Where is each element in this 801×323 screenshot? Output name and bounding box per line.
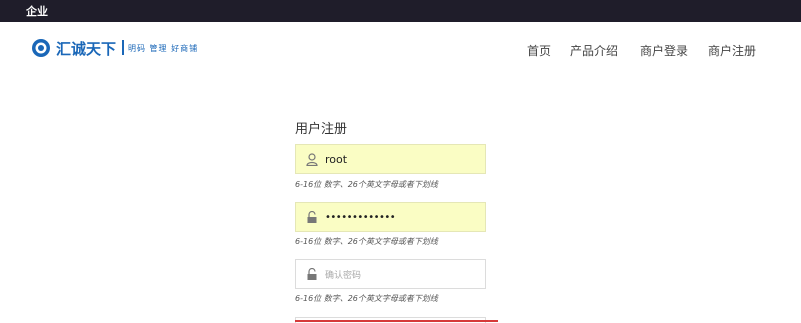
- lock-icon: [305, 210, 319, 224]
- nav-item-merchant-login[interactable]: 商户登录: [640, 42, 688, 59]
- username-hint: 6-16位 数字、26个英文字母或者下划线: [295, 180, 438, 189]
- password-hint: 6-16位 数字、26个英文字母或者下划线: [295, 237, 438, 246]
- top-bar: 企业: [0, 0, 801, 22]
- username-field[interactable]: root: [295, 144, 486, 174]
- user-icon: [305, 152, 319, 166]
- confirm-password-hint: 6-16位 数字、26个英文字母或者下划线: [295, 294, 438, 303]
- confirm-password-placeholder: 确认密码: [325, 270, 362, 281]
- error-underline: [295, 320, 498, 322]
- site-header: 汇诚天下 明码 管理 好商铺 首页 产品介绍 商户登录 商户注册: [0, 22, 801, 74]
- nav-item-merchant-register[interactable]: 商户注册: [708, 42, 756, 59]
- confirm-password-field[interactable]: 确认密码: [295, 259, 486, 289]
- logo-name: 汇诚天下: [56, 40, 117, 58]
- logo-ring-icon: [32, 39, 50, 57]
- nav-item-home[interactable]: 首页: [527, 42, 551, 59]
- logo-divider: [122, 40, 124, 55]
- logo-slogan: 明码 管理 好商铺: [128, 44, 199, 53]
- nav-item-products[interactable]: 产品介绍: [570, 42, 618, 59]
- lock-icon: [305, 267, 319, 281]
- username-value: root: [325, 152, 348, 166]
- password-value: •••••••••••••: [325, 211, 396, 223]
- form-title: 用户注册: [295, 122, 348, 137]
- password-field[interactable]: •••••••••••••: [295, 202, 486, 232]
- top-bar-title: 企业: [26, 5, 48, 18]
